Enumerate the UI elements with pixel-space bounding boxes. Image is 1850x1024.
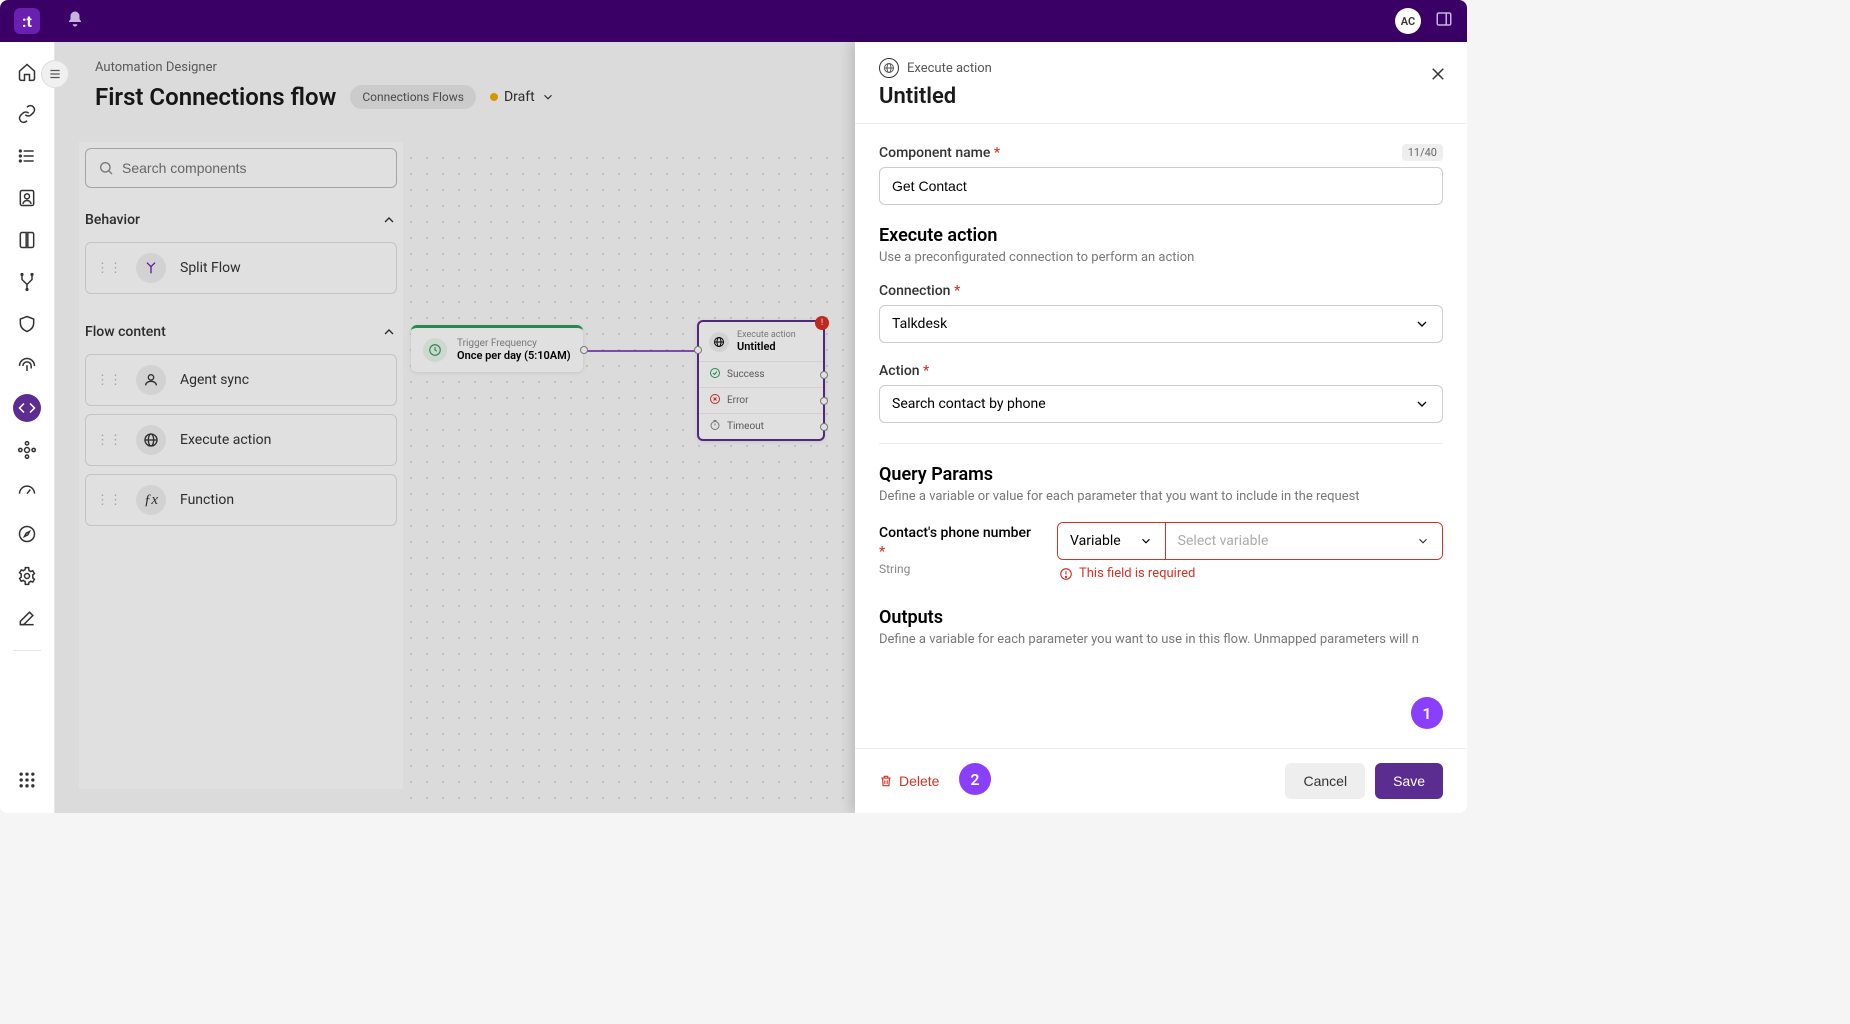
- nav-integration-icon[interactable]: [13, 436, 41, 464]
- app-logo[interactable]: :t: [14, 8, 40, 34]
- component-name-input[interactable]: [879, 167, 1443, 205]
- nav-list-icon[interactable]: [13, 142, 41, 170]
- nav-fingerprint-icon[interactable]: [13, 352, 41, 380]
- action-label: Action *: [879, 363, 929, 379]
- panel-type-label: Execute action: [907, 61, 992, 76]
- nav-merge-icon[interactable]: [13, 268, 41, 296]
- nav-book-icon[interactable]: [13, 226, 41, 254]
- nav-link-icon[interactable]: [13, 100, 41, 128]
- delete-button[interactable]: Delete: [879, 773, 939, 789]
- hint-bubble-2: 2: [959, 763, 991, 795]
- select-placeholder: Select variable: [1178, 533, 1269, 549]
- query-section-title: Query Params: [879, 464, 1443, 485]
- param1-value-dropdown[interactable]: Select variable: [1166, 523, 1442, 559]
- config-panel: Execute action Untitled Component name *…: [855, 42, 1467, 813]
- param1-mode-dropdown[interactable]: Variable: [1058, 523, 1166, 559]
- close-button[interactable]: [1429, 64, 1447, 88]
- chevron-down-icon: [1414, 396, 1430, 412]
- cancel-button[interactable]: Cancel: [1285, 763, 1365, 799]
- param1-type: String: [879, 562, 1039, 576]
- panel-title: Untitled: [879, 84, 1443, 109]
- param1-label: Contact's phone number *: [879, 525, 1031, 560]
- chevron-down-icon: [1139, 534, 1153, 548]
- sidebar-toggle-icon[interactable]: [41, 60, 69, 88]
- outputs-section-title: Outputs: [879, 607, 1443, 628]
- top-bar: :t AC: [0, 0, 1467, 42]
- error-icon: [1059, 567, 1073, 581]
- nav-code-icon[interactable]: [13, 394, 41, 422]
- nav-settings-icon[interactable]: [13, 562, 41, 590]
- hint-bubble-1: 1: [1411, 697, 1443, 729]
- nav-shield-icon[interactable]: [13, 310, 41, 338]
- chevron-down-icon: [1414, 316, 1430, 332]
- component-name-label: Component name *: [879, 145, 1000, 161]
- notifications-icon[interactable]: [66, 10, 84, 33]
- trash-icon: [879, 774, 893, 788]
- outputs-section-desc: Define a variable for each parameter you…: [879, 632, 1443, 647]
- nav-home-icon[interactable]: [13, 58, 41, 86]
- select-value: Variable: [1070, 533, 1121, 549]
- query-section-desc: Define a variable or value for each para…: [879, 489, 1443, 504]
- char-counter: 11/40: [1402, 144, 1443, 161]
- nav-rail: [0, 42, 55, 813]
- nav-gauge-icon[interactable]: [13, 478, 41, 506]
- nav-apps-icon[interactable]: [17, 770, 37, 795]
- nav-compass-icon[interactable]: [13, 520, 41, 548]
- select-value: Talkdesk: [892, 316, 947, 332]
- nav-edit-icon[interactable]: [13, 604, 41, 632]
- connection-dropdown[interactable]: Talkdesk: [879, 305, 1443, 343]
- globe-icon: [879, 58, 899, 78]
- user-avatar[interactable]: AC: [1395, 8, 1421, 34]
- action-dropdown[interactable]: Search contact by phone: [879, 385, 1443, 423]
- chevron-down-icon: [1416, 534, 1430, 548]
- param1-error: This field is required: [1059, 566, 1443, 581]
- connection-label: Connection *: [879, 283, 960, 299]
- execute-section-title: Execute action: [879, 225, 1443, 246]
- panel-toggle-icon[interactable]: [1435, 10, 1453, 33]
- save-button[interactable]: Save: [1375, 763, 1443, 799]
- execute-section-desc: Use a preconfigurated connection to perf…: [879, 250, 1443, 265]
- nav-contacts-icon[interactable]: [13, 184, 41, 212]
- select-value: Search contact by phone: [892, 396, 1046, 412]
